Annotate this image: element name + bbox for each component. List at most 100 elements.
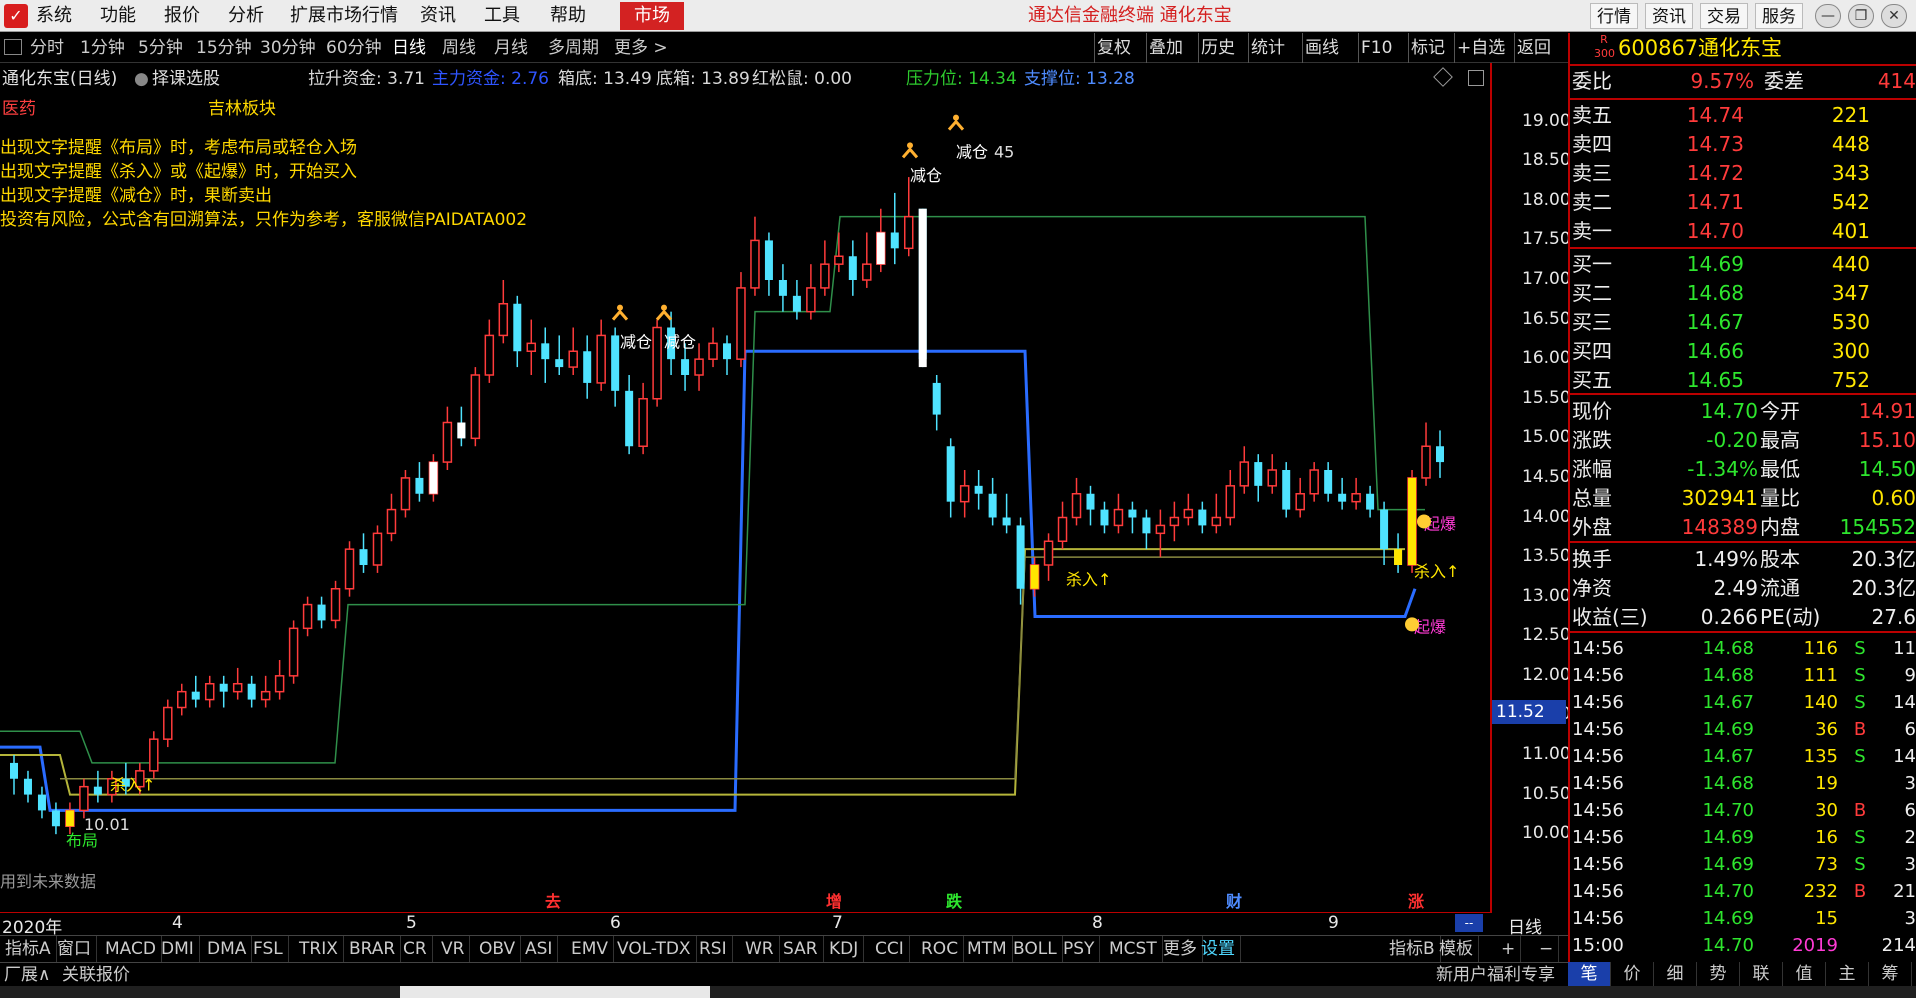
finance-row: 收益(三) 0.266 PE(动) 27.6 <box>1570 603 1916 632</box>
period-0[interactable]: 分时 <box>30 33 64 63</box>
indicator-tab-2[interactable]: MACD <box>100 936 162 963</box>
menu-analysis[interactable]: 分析 <box>228 0 264 32</box>
menu-news[interactable]: 资讯 <box>420 0 456 32</box>
indicator-tab-1[interactable]: 窗口 <box>52 936 97 963</box>
expand-button[interactable]: 厂展∧ <box>4 963 50 987</box>
top-quote-button[interactable]: 行情 <box>1590 3 1638 29</box>
ask-price: 14.73 <box>1686 132 1744 156</box>
period-1[interactable]: 1分钟 <box>80 33 125 63</box>
quote-tab-5[interactable]: 值 <box>1783 962 1826 986</box>
top-news-button[interactable]: 资讯 <box>1645 3 1693 29</box>
ask-label: 卖一 <box>1572 219 1612 243</box>
indicator-tab-23[interactable]: MCST <box>1104 936 1163 963</box>
app-logo-icon[interactable]: ✓ <box>4 4 28 28</box>
top-service-button[interactable]: 服务 <box>1755 3 1803 29</box>
indicator-tab-10[interactable]: OBV <box>474 936 522 963</box>
panel-toggle-icon[interactable] <box>4 39 22 55</box>
indicator-tab-6[interactable]: TRIX <box>294 936 344 963</box>
quote-tab-4[interactable]: 联 <box>1740 962 1783 986</box>
indicator-tab-3[interactable]: DMI <box>156 936 200 963</box>
top-trade-button[interactable]: 交易 <box>1700 3 1748 29</box>
minimize-icon[interactable]: — <box>1815 4 1841 28</box>
tool-0[interactable]: 复权 <box>1094 33 1133 63</box>
promo-link[interactable]: 新用户福利专享 <box>1436 963 1555 987</box>
tool-1[interactable]: 叠加 <box>1146 33 1185 63</box>
tool-3[interactable]: 统计 <box>1248 33 1287 63</box>
period-9[interactable]: 多周期 <box>548 33 599 63</box>
tool-8[interactable]: 返回 <box>1514 33 1553 63</box>
bid-label: 买三 <box>1572 310 1612 334</box>
indicator-tab-4[interactable]: DMA <box>202 936 253 963</box>
quote-tab-7[interactable]: 筹 <box>1869 962 1912 986</box>
indicator-tab-0[interactable]: 指标A <box>0 936 57 963</box>
period-10[interactable]: 更多 > <box>614 33 668 63</box>
indicator-tab-19[interactable]: ROC <box>916 936 965 963</box>
highlight-candle <box>457 422 466 439</box>
indicator-name[interactable]: 择课选股 <box>152 66 220 92</box>
menu-tools[interactable]: 工具 <box>484 0 520 32</box>
period-3[interactable]: 15分钟 <box>196 33 252 63</box>
restore-icon[interactable]: ❐ <box>1848 4 1874 28</box>
period-8[interactable]: 月线 <box>494 33 528 63</box>
menu-quote[interactable]: 报价 <box>164 0 200 32</box>
related-quote-button[interactable]: 关联报价 <box>62 963 130 987</box>
tool-4[interactable]: 画线 <box>1302 33 1341 63</box>
period-6[interactable]: 日线 <box>392 33 426 63</box>
stat-value: -1.34% <box>1687 457 1758 481</box>
quote-tab-6[interactable]: 主 <box>1826 962 1869 986</box>
tool-6[interactable]: 标记 <box>1408 33 1447 63</box>
quote-tab-1[interactable]: 价 <box>1611 962 1654 986</box>
indicator-tab-18[interactable]: CCI <box>870 936 910 963</box>
indicator-dropdown-icon[interactable]: ● <box>134 66 149 92</box>
indicator-tab-13[interactable]: VOL-TDX <box>612 936 697 963</box>
menu-extended-market[interactable]: 扩展市场行情 <box>290 0 398 32</box>
close-icon[interactable]: ✕ <box>1881 4 1907 28</box>
indicator-tab-12[interactable]: EMV <box>566 936 615 963</box>
period-2[interactable]: 5分钟 <box>138 33 183 63</box>
indicator-right-1[interactable]: 模板 <box>1434 936 1479 963</box>
indicator-right-0[interactable]: 指标B <box>1384 936 1441 963</box>
indicator-tab-7[interactable]: BRAR <box>344 936 402 963</box>
quote-tab-0[interactable]: 笔 <box>1568 962 1611 986</box>
period-5[interactable]: 60分钟 <box>326 33 382 63</box>
quote-tab-2[interactable]: 细 <box>1654 962 1697 986</box>
divider <box>1570 98 1916 100</box>
indicator-tab-5[interactable]: FSL <box>248 936 289 963</box>
indicator-tab-22[interactable]: PSY <box>1058 936 1101 963</box>
menu-help[interactable]: 帮助 <box>550 0 586 32</box>
indicator-right-3[interactable]: − <box>1534 936 1560 963</box>
ask-volume: 221 <box>1831 103 1870 127</box>
indicator-tab-17[interactable]: KDJ <box>824 936 865 963</box>
quote-tab-3[interactable]: 势 <box>1697 962 1740 986</box>
indicator-tab-9[interactable]: VR <box>436 936 471 963</box>
stat-label: 量比 <box>1760 486 1800 510</box>
indicator-tab-20[interactable]: MTM <box>962 936 1013 963</box>
menu-market[interactable]: 市场 <box>620 2 684 30</box>
indicator-tab-16[interactable]: SAR <box>778 936 824 963</box>
indicator-tab-8[interactable]: CR <box>398 936 433 963</box>
indicator-tab-11[interactable]: ASI <box>520 936 559 963</box>
candle <box>498 280 509 344</box>
stat-row: 外盘 148389 内盘 154552 <box>1570 513 1916 542</box>
diamond-icon[interactable] <box>1433 67 1453 87</box>
period-7[interactable]: 周线 <box>442 33 476 63</box>
indicator-tab-14[interactable]: RSI <box>694 936 733 963</box>
ime-toolbar[interactable] <box>400 986 710 998</box>
tool-7[interactable]: +自选 <box>1454 33 1507 63</box>
candle <box>778 264 787 312</box>
signal-candle <box>1030 565 1039 589</box>
indicator-tab-21[interactable]: BOLL <box>1008 936 1063 963</box>
indicator-right-2[interactable]: + <box>1496 936 1522 963</box>
scroll-right-button[interactable]: -- <box>1455 914 1483 932</box>
candlestick-chart[interactable]: 布局10.01杀入↑杀入↑ 杀入↑减仓 减仓减仓减仓 45起爆起爆 <box>0 90 1490 908</box>
period-4[interactable]: 30分钟 <box>260 33 316 63</box>
tick-side: S <box>1854 746 1866 767</box>
indicator-tab-25[interactable]: 设置 <box>1196 936 1241 963</box>
tool-2[interactable]: 历史 <box>1198 33 1237 63</box>
menu-system[interactable]: 系统 <box>36 0 72 32</box>
tool-5[interactable]: F10 <box>1358 33 1394 63</box>
window-toggle-icon[interactable] <box>1468 70 1484 86</box>
stock-code: 600867 <box>1618 36 1699 60</box>
menu-function[interactable]: 功能 <box>100 0 136 32</box>
indicator-tab-15[interactable]: WR <box>740 936 780 963</box>
